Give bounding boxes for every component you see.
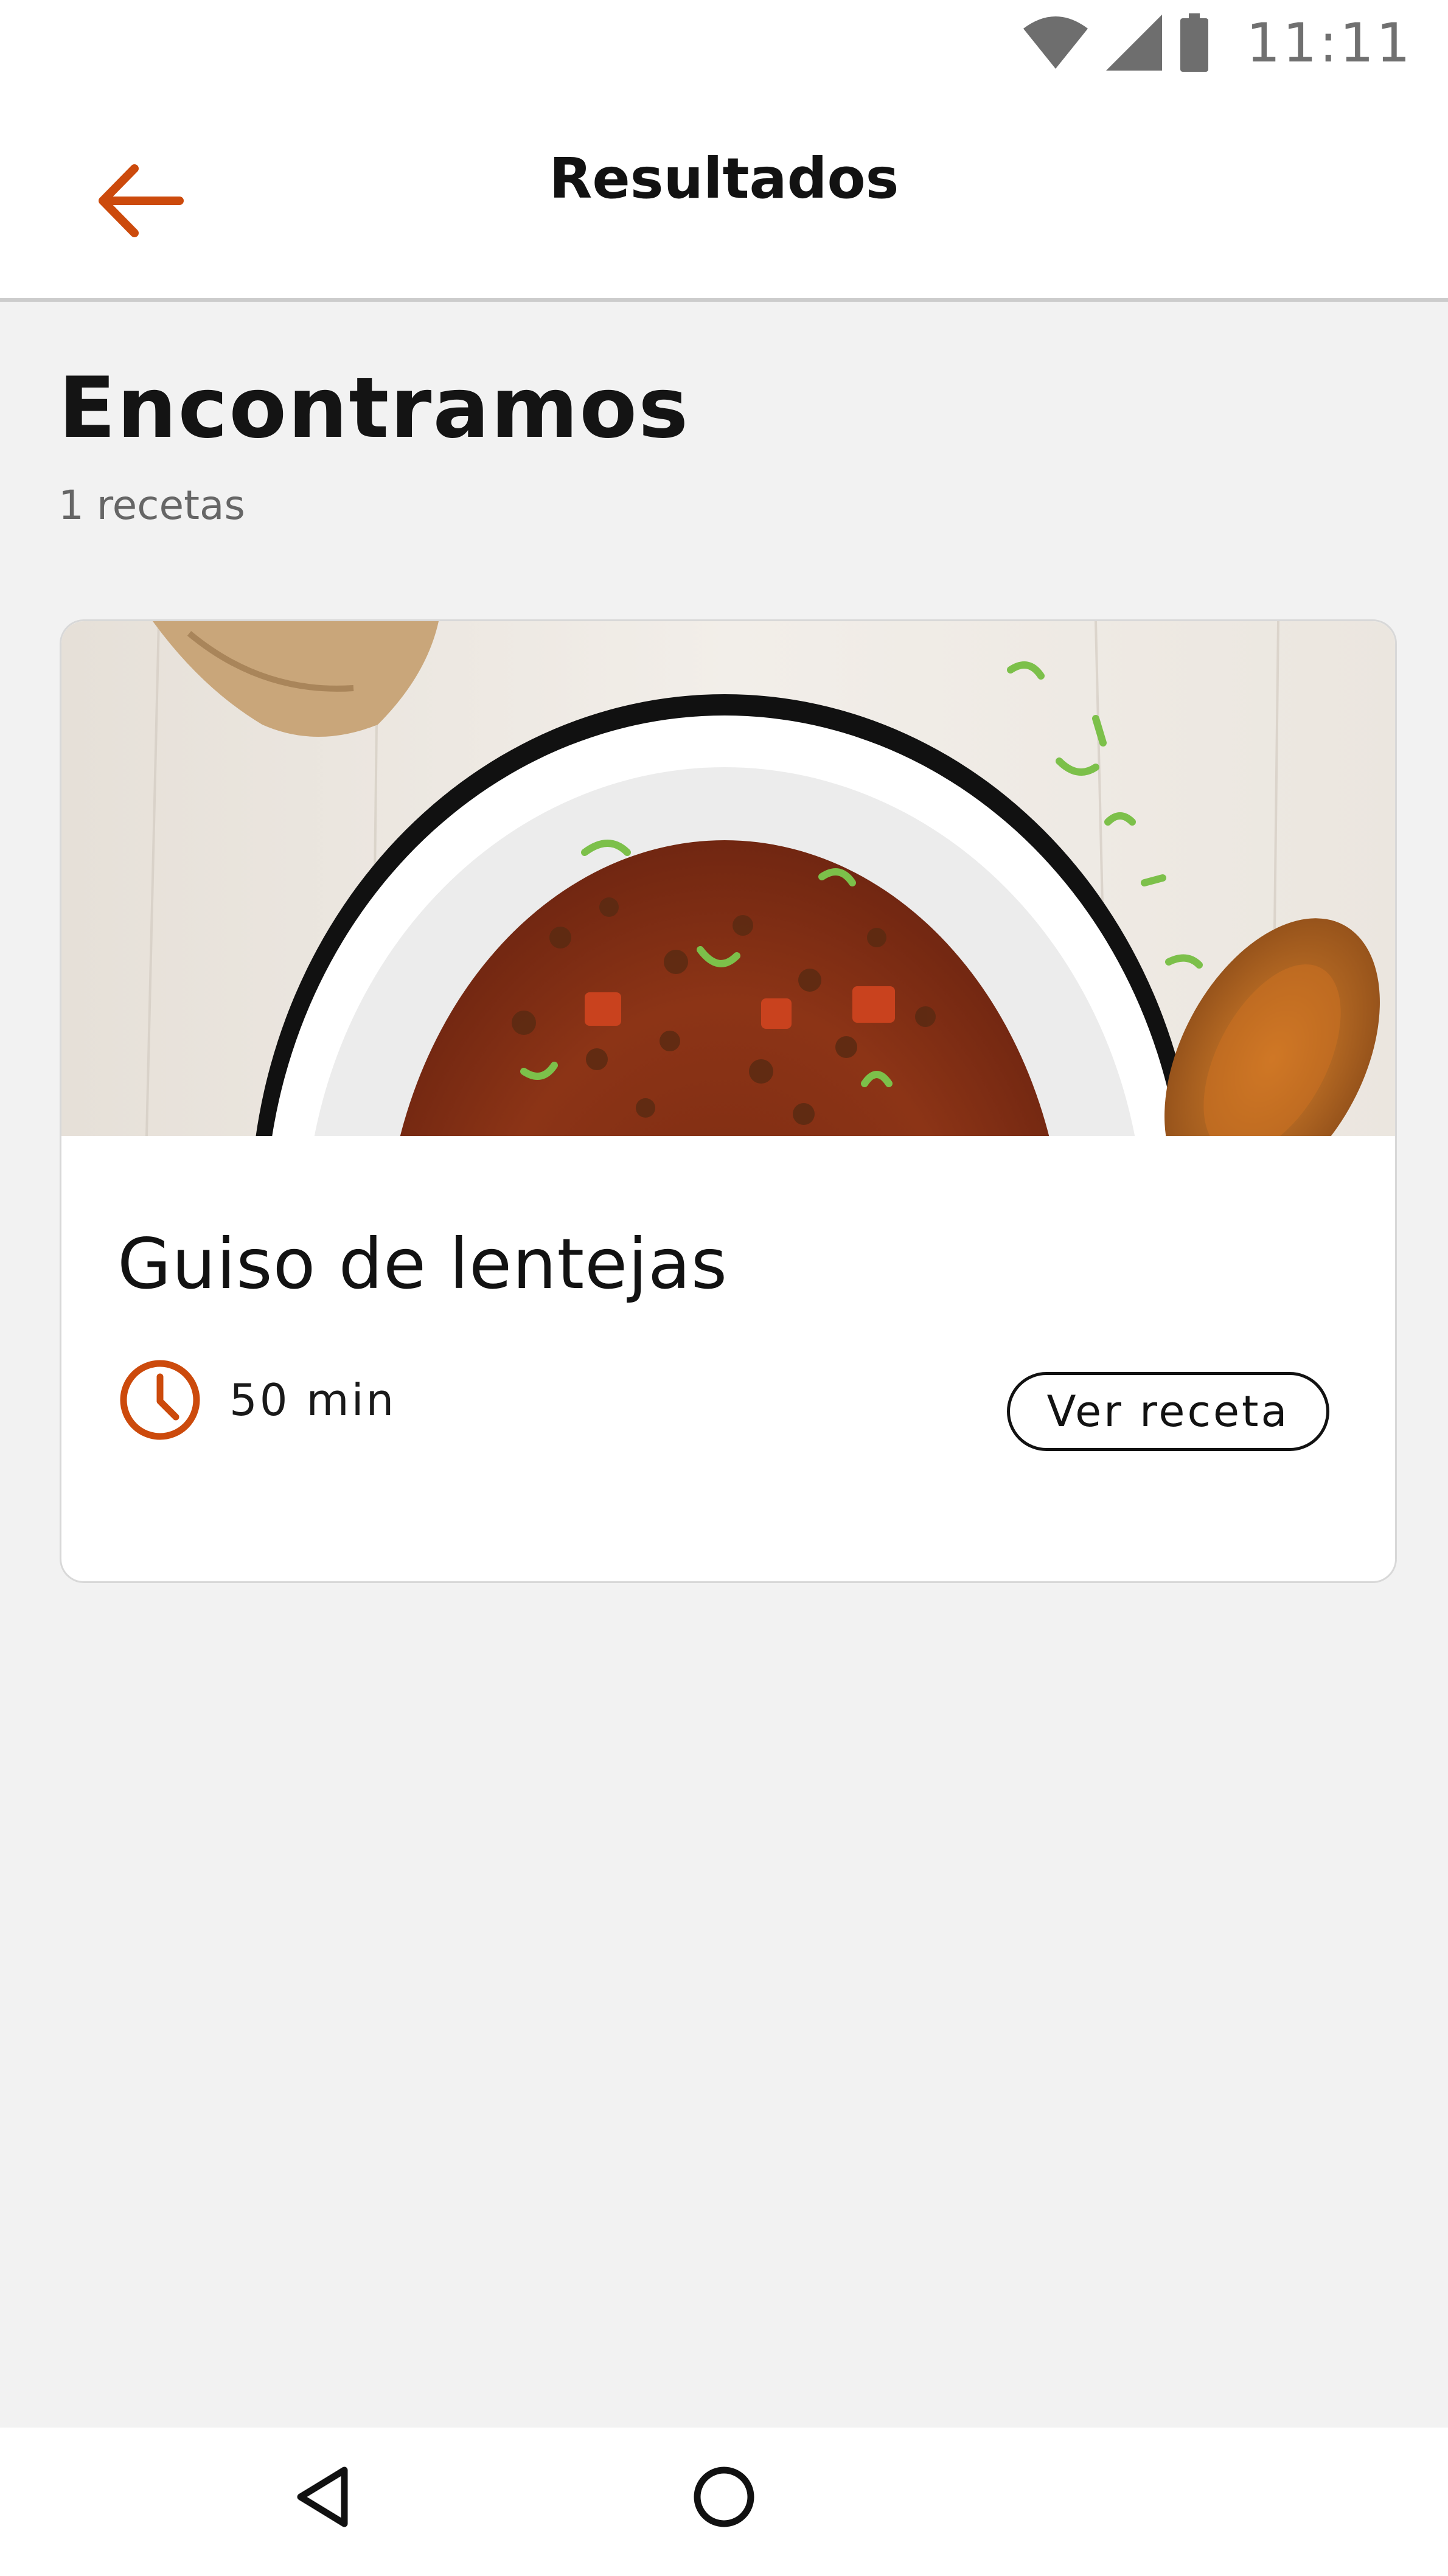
recipe-image [61,621,1395,1136]
nav-back-icon[interactable] [286,2460,359,2533]
recipe-time-row: 50 min [117,1357,396,1443]
battery-icon [1180,13,1209,72]
app-bar: Resultados [0,85,1448,302]
recipe-time: 50 min [229,1374,397,1426]
clock-icon [120,1360,200,1440]
status-bar: 11:11 [0,0,1448,85]
results-count: 1 recetas [58,482,245,529]
recipe-title: Guiso de lentejas [117,1224,728,1304]
status-icons: 11:11 [1022,10,1413,75]
wifi-icon [1023,16,1088,69]
nav-home-icon[interactable] [687,2460,761,2533]
status-time: 11:11 [1246,11,1413,74]
results-heading: Encontramos [58,359,690,457]
signal-icon [1106,15,1163,71]
navigation-bar [0,2428,1448,2576]
recipe-card[interactable]: Guiso de lentejas 50 min Ver receta [60,619,1397,1583]
view-recipe-button[interactable]: Ver receta [1007,1372,1329,1451]
page-title: Resultados [549,146,899,211]
